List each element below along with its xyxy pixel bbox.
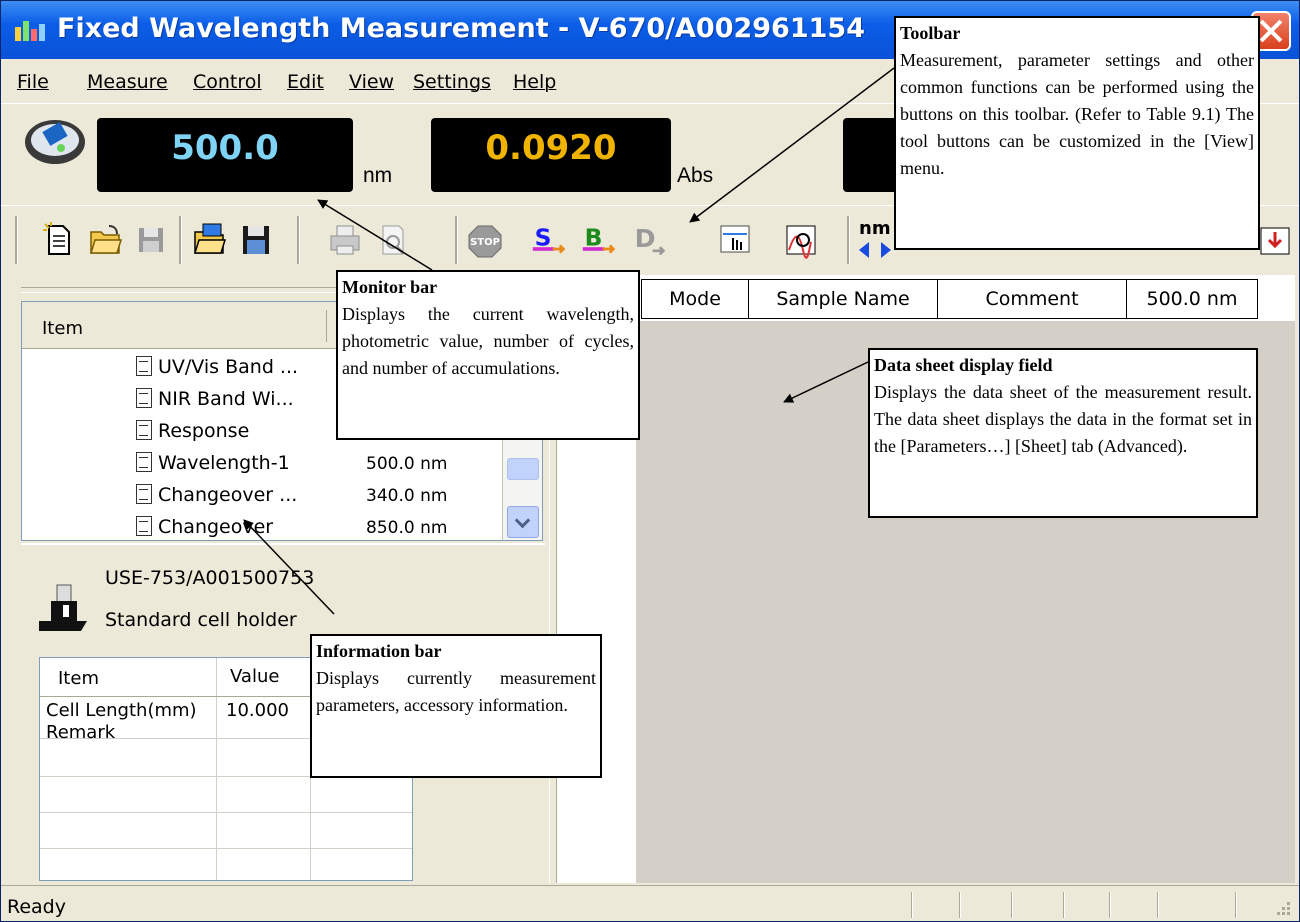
app-icon — [15, 21, 45, 41]
sheet-col-mode[interactable]: Mode — [641, 279, 749, 319]
info-grid-header-value: Value — [230, 666, 280, 687]
sheet-col-comment[interactable]: Comment — [937, 279, 1127, 319]
param-name: Changeover — [158, 516, 274, 538]
list-item[interactable]: Changeover 850.0 nm — [22, 512, 502, 540]
scroll-down-icon[interactable] — [507, 506, 539, 538]
list-item[interactable]: Changeover ... 340.0 nm — [22, 480, 502, 512]
status-text: Ready — [7, 896, 66, 918]
toolbar-callout: Toolbar Measurement, parameter settings … — [894, 16, 1260, 250]
document-icon — [136, 452, 152, 472]
photometric-display: 0.0920 — [431, 118, 671, 192]
cell-holder-icon — [39, 584, 87, 631]
param-name: Wavelength-1 — [158, 452, 290, 474]
save-params-icon[interactable] — [237, 220, 273, 260]
info-grid-header-item: Item — [58, 668, 99, 689]
baseline-icon[interactable]: B — [581, 220, 617, 260]
svg-text:S: S — [535, 223, 552, 251]
menu-settings[interactable]: Settings — [413, 71, 491, 93]
param-name: Response — [158, 420, 250, 442]
datasheet-callout: Data sheet display field Displays the da… — [868, 348, 1258, 518]
sheet-col-wavelength[interactable]: 500.0 nm — [1126, 279, 1258, 319]
wavelength-unit: nm — [363, 164, 393, 187]
stop-icon[interactable]: STOP — [467, 220, 503, 260]
param-name: Changeover ... — [158, 484, 298, 506]
resize-grip-icon[interactable] — [1273, 900, 1291, 918]
open-params-icon[interactable] — [191, 220, 227, 260]
wavelength-display: 500.0 — [97, 118, 353, 192]
spectrometer-icon — [25, 120, 85, 164]
info-callout-title: Information bar — [316, 641, 442, 661]
accessory-name: Standard cell holder — [105, 609, 297, 631]
svg-text:B: B — [585, 223, 603, 251]
wavelength-move-icon[interactable] — [857, 240, 893, 260]
spectrum-view-icon[interactable] — [783, 220, 819, 260]
export-icon[interactable] — [1257, 220, 1293, 260]
wavelength-move-label: nm — [859, 218, 891, 239]
menu-help[interactable]: Help — [513, 71, 556, 93]
new-file-icon[interactable] — [41, 220, 77, 260]
menu-control[interactable]: Control — [193, 71, 262, 93]
photometric-unit: Abs — [677, 164, 714, 187]
param-name: NIR Band Wi... — [158, 388, 294, 410]
document-icon — [136, 388, 152, 408]
param-value: 500.0 nm — [366, 454, 448, 474]
toolbar-callout-body: Measurement, parameter settings and othe… — [900, 50, 1254, 178]
dark-icon[interactable]: D — [631, 220, 667, 260]
document-icon — [136, 516, 152, 536]
sheet-header: Mode Sample Name Comment 500.0 nm — [557, 275, 1295, 321]
scrollbar-thumb[interactable] — [507, 458, 539, 480]
accessory-model: USE-753/A001500753 — [105, 567, 315, 589]
menu-file[interactable]: File — [17, 71, 49, 93]
info-row-value: 10.000 — [226, 700, 289, 721]
info-row-item: Remark — [46, 722, 116, 743]
info-callout: Information bar Displays currently measu… — [310, 634, 602, 778]
open-folder-icon[interactable] — [87, 220, 123, 260]
save-icon[interactable] — [133, 220, 169, 260]
params-grid-header-item: Item — [42, 318, 83, 339]
sheet-col-sample-name[interactable]: Sample Name — [748, 279, 938, 319]
info-callout-body: Displays currently measurement parameter… — [316, 668, 596, 715]
svg-text:D: D — [635, 224, 656, 253]
svg-text:STOP: STOP — [470, 237, 500, 248]
print-preview-icon[interactable] — [375, 220, 411, 260]
document-icon — [136, 484, 152, 504]
window-title: Fixed Wavelength Measurement - V-670/A00… — [57, 13, 865, 44]
toolbar-callout-title: Toolbar — [900, 23, 961, 43]
param-value: 850.0 nm — [366, 518, 448, 538]
monitor-callout: Monitor bar Displays the current wavelen… — [336, 270, 640, 440]
wavelength-value: 500.0 — [171, 128, 279, 168]
param-value: 340.0 nm — [366, 486, 448, 506]
menu-view[interactable]: View — [349, 71, 394, 93]
menu-edit[interactable]: Edit — [287, 71, 324, 93]
info-row-item: Cell Length(mm) — [46, 700, 197, 721]
menu-measure[interactable]: Measure — [87, 71, 168, 93]
param-name: UV/Vis Band ... — [158, 356, 299, 378]
photometric-value: 0.0920 — [485, 128, 617, 168]
print-icon[interactable] — [327, 220, 363, 260]
manual-icon[interactable] — [717, 220, 753, 260]
datasheet-callout-body: Displays the data sheet of the measureme… — [874, 382, 1252, 456]
monitor-callout-body: Displays the current wavelength, photome… — [342, 304, 634, 378]
datasheet-callout-title: Data sheet display field — [874, 355, 1053, 375]
document-icon — [136, 356, 152, 376]
monitor-callout-title: Monitor bar — [342, 277, 438, 297]
status-bar: Ready — [1, 885, 1299, 921]
list-item[interactable]: Wavelength-1 500.0 nm — [22, 448, 502, 480]
sample-measure-icon[interactable]: S — [531, 220, 567, 260]
document-icon — [136, 420, 152, 440]
